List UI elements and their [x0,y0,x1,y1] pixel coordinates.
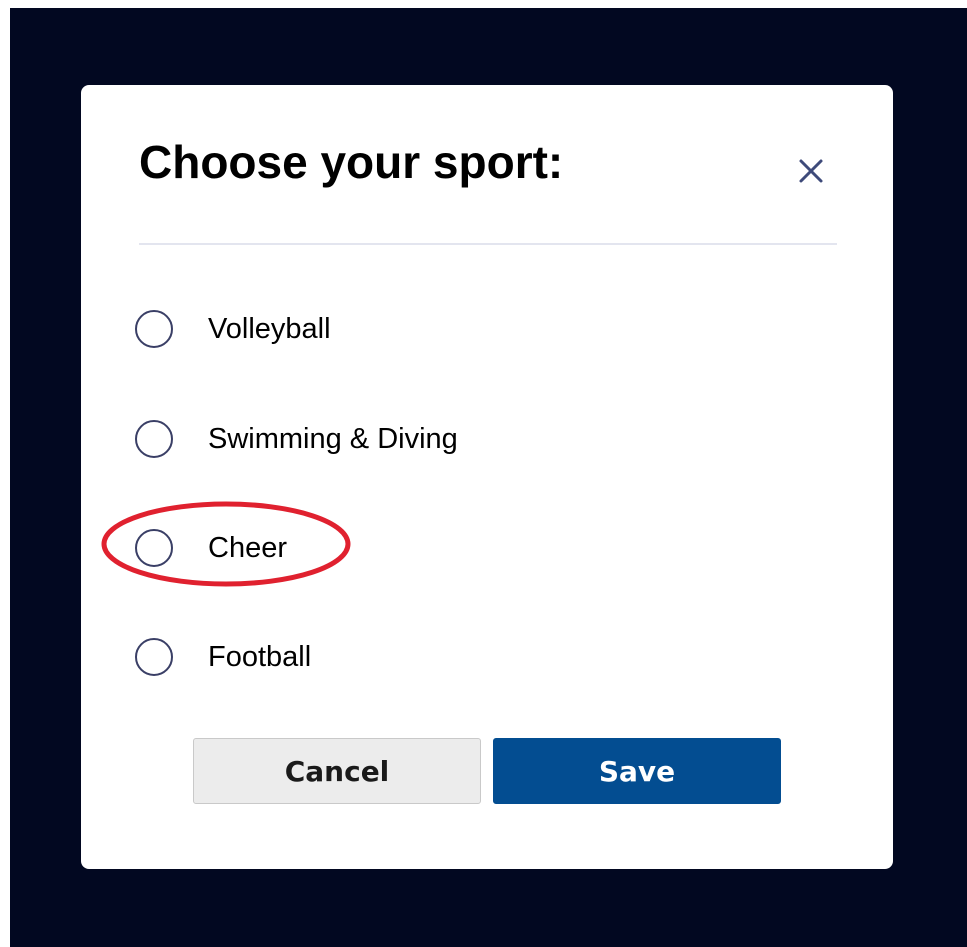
option-swimming-diving[interactable]: Swimming & Diving [135,415,555,463]
header-divider [139,243,837,245]
option-football[interactable]: Football [135,633,555,681]
radio-button[interactable] [135,638,173,676]
close-button[interactable] [789,149,833,193]
option-cheer[interactable]: Cheer [135,524,555,572]
close-icon [799,159,823,183]
option-label: Swimming & Diving [208,422,458,455]
option-label: Football [208,640,312,673]
option-label: Volleyball [208,312,331,345]
radio-button[interactable] [135,420,173,458]
radio-button[interactable] [135,310,173,348]
choose-sport-dialog: Choose your sport: Volleyball Swimming &… [81,85,893,869]
option-volleyball[interactable]: Volleyball [135,305,555,353]
cancel-button[interactable]: Cancel [193,738,481,804]
option-label: Cheer [208,531,287,564]
save-button[interactable]: Save [493,738,781,804]
dialog-title: Choose your sport: [139,136,564,188]
radio-button[interactable] [135,529,173,567]
